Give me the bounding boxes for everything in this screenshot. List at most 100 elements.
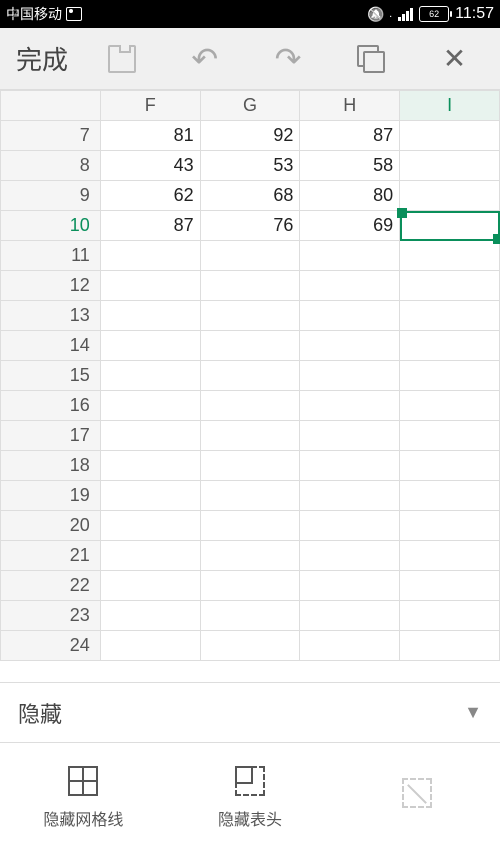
cell-F9[interactable]: 62 xyxy=(100,181,200,211)
row-header-20[interactable]: 20 xyxy=(1,511,101,541)
row-header-21[interactable]: 21 xyxy=(1,541,101,571)
cell-G21[interactable] xyxy=(200,541,300,571)
cell-F20[interactable] xyxy=(100,511,200,541)
cell-I22[interactable] xyxy=(400,571,500,601)
cell-I9[interactable] xyxy=(400,181,500,211)
cell-F19[interactable] xyxy=(100,481,200,511)
hide-panel[interactable]: 隐藏 ▼ xyxy=(0,682,500,742)
cell-F13[interactable] xyxy=(100,301,200,331)
cell-H23[interactable] xyxy=(300,601,400,631)
redo-button[interactable]: ↷ xyxy=(250,28,325,89)
corner-cell[interactable] xyxy=(1,91,101,121)
cell-I15[interactable] xyxy=(400,361,500,391)
col-header-G[interactable]: G xyxy=(200,91,300,121)
cell-G9[interactable]: 68 xyxy=(200,181,300,211)
cell-G17[interactable] xyxy=(200,421,300,451)
cell-G15[interactable] xyxy=(200,361,300,391)
cell-I12[interactable] xyxy=(400,271,500,301)
cell-F14[interactable] xyxy=(100,331,200,361)
cell-G19[interactable] xyxy=(200,481,300,511)
row-header-23[interactable]: 23 xyxy=(1,601,101,631)
cell-H21[interactable] xyxy=(300,541,400,571)
cell-I16[interactable] xyxy=(400,391,500,421)
row-header-15[interactable]: 15 xyxy=(1,361,101,391)
cell-H16[interactable] xyxy=(300,391,400,421)
cell-I14[interactable] xyxy=(400,331,500,361)
cell-G18[interactable] xyxy=(200,451,300,481)
cell-H15[interactable] xyxy=(300,361,400,391)
cell-F18[interactable] xyxy=(100,451,200,481)
cell-H18[interactable] xyxy=(300,451,400,481)
cell-F11[interactable] xyxy=(100,241,200,271)
cell-H9[interactable]: 80 xyxy=(300,181,400,211)
col-header-I[interactable]: I xyxy=(400,91,500,121)
cell-G20[interactable] xyxy=(200,511,300,541)
undo-button[interactable]: ↶ xyxy=(167,28,242,89)
row-header-14[interactable]: 14 xyxy=(1,331,101,361)
cell-H14[interactable] xyxy=(300,331,400,361)
row-header-17[interactable]: 17 xyxy=(1,421,101,451)
hide-header-button[interactable]: 隐藏表头 xyxy=(167,743,334,850)
cell-F22[interactable] xyxy=(100,571,200,601)
cell-H13[interactable] xyxy=(300,301,400,331)
cell-H17[interactable] xyxy=(300,421,400,451)
row-header-13[interactable]: 13 xyxy=(1,301,101,331)
cell-F8[interactable]: 43 xyxy=(100,151,200,181)
cell-H11[interactable] xyxy=(300,241,400,271)
cell-F15[interactable] xyxy=(100,361,200,391)
cell-G14[interactable] xyxy=(200,331,300,361)
row-header-10[interactable]: 10 xyxy=(1,211,101,241)
cell-I20[interactable] xyxy=(400,511,500,541)
cell-I17[interactable] xyxy=(400,421,500,451)
cell-F16[interactable] xyxy=(100,391,200,421)
cell-H24[interactable] xyxy=(300,631,400,661)
cell-G8[interactable]: 53 xyxy=(200,151,300,181)
copy-button[interactable]: 2 xyxy=(334,28,409,89)
row-header-18[interactable]: 18 xyxy=(1,451,101,481)
cell-I7[interactable] xyxy=(400,121,500,151)
row-header-24[interactable]: 24 xyxy=(1,631,101,661)
cell-I13[interactable] xyxy=(400,301,500,331)
cell-G10[interactable]: 76 xyxy=(200,211,300,241)
hide-gridlines-button[interactable]: 隐藏网格线 xyxy=(0,743,167,850)
cell-G24[interactable] xyxy=(200,631,300,661)
col-header-H[interactable]: H xyxy=(300,91,400,121)
cell-F24[interactable] xyxy=(100,631,200,661)
cell-I10[interactable] xyxy=(400,211,500,241)
cell-F21[interactable] xyxy=(100,541,200,571)
cell-H20[interactable] xyxy=(300,511,400,541)
row-header-12[interactable]: 12 xyxy=(1,271,101,301)
row-header-22[interactable]: 22 xyxy=(1,571,101,601)
row-header-7[interactable]: 7 xyxy=(1,121,101,151)
cell-G23[interactable] xyxy=(200,601,300,631)
cell-F12[interactable] xyxy=(100,271,200,301)
cell-H19[interactable] xyxy=(300,481,400,511)
cell-F17[interactable] xyxy=(100,421,200,451)
cell-G11[interactable] xyxy=(200,241,300,271)
spreadsheet[interactable]: FGHI781928784353589626880108776691112131… xyxy=(0,90,500,661)
cell-I19[interactable] xyxy=(400,481,500,511)
cell-H22[interactable] xyxy=(300,571,400,601)
cell-I21[interactable] xyxy=(400,541,500,571)
cell-H10[interactable]: 69 xyxy=(300,211,400,241)
cell-I8[interactable] xyxy=(400,151,500,181)
cell-G7[interactable]: 92 xyxy=(200,121,300,151)
cell-H8[interactable]: 58 xyxy=(300,151,400,181)
cell-G22[interactable] xyxy=(200,571,300,601)
cell-G16[interactable] xyxy=(200,391,300,421)
cell-F23[interactable] xyxy=(100,601,200,631)
row-header-16[interactable]: 16 xyxy=(1,391,101,421)
cell-F7[interactable]: 81 xyxy=(100,121,200,151)
crop-button[interactable] xyxy=(333,743,500,850)
cell-I18[interactable] xyxy=(400,451,500,481)
row-header-9[interactable]: 9 xyxy=(1,181,101,211)
row-header-11[interactable]: 11 xyxy=(1,241,101,271)
col-header-F[interactable]: F xyxy=(100,91,200,121)
cell-G12[interactable] xyxy=(200,271,300,301)
save-button[interactable] xyxy=(84,28,159,89)
cell-I24[interactable] xyxy=(400,631,500,661)
row-header-8[interactable]: 8 xyxy=(1,151,101,181)
cell-H7[interactable]: 87 xyxy=(300,121,400,151)
done-button[interactable]: 完成 xyxy=(8,40,76,77)
cell-G13[interactable] xyxy=(200,301,300,331)
